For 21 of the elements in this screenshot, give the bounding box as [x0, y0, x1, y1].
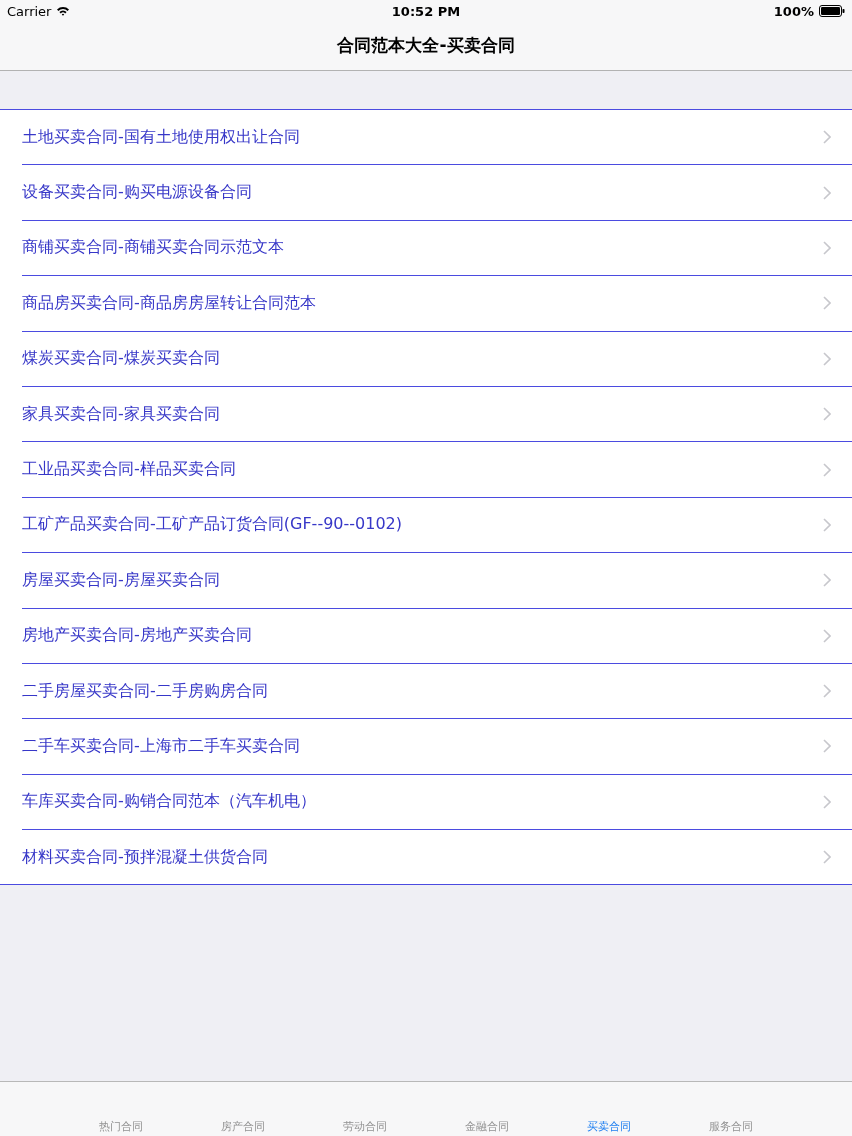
- chevron-right-icon: [823, 517, 831, 532]
- chevron-right-icon: [823, 573, 831, 588]
- battery-percentage: 100%: [773, 3, 814, 19]
- chevron-right-icon: [823, 240, 831, 255]
- chevron-right-icon: [823, 462, 831, 477]
- chevron-right-icon: [823, 628, 831, 643]
- clock-time: 10:52 PM: [391, 3, 461, 19]
- chevron-right-icon: [823, 794, 831, 809]
- chevron-right-icon: [823, 850, 831, 865]
- chevron-right-icon: [823, 185, 831, 200]
- chevron-right-icon: [823, 296, 831, 311]
- chevron-right-icon: [823, 130, 831, 145]
- chevron-right-icon: [823, 739, 831, 754]
- carrier-label: Carrier: [7, 3, 52, 19]
- battery-icon: [819, 5, 845, 17]
- tab-item[interactable]: 买卖合同: [548, 1120, 670, 1134]
- chevron-right-icon: [823, 351, 831, 366]
- screen-title: 合同范本大全-买卖合同: [337, 33, 515, 57]
- chevron-right-icon: [823, 684, 831, 699]
- wifi-icon: [56, 6, 71, 16]
- chevron-right-icon: [823, 407, 831, 422]
